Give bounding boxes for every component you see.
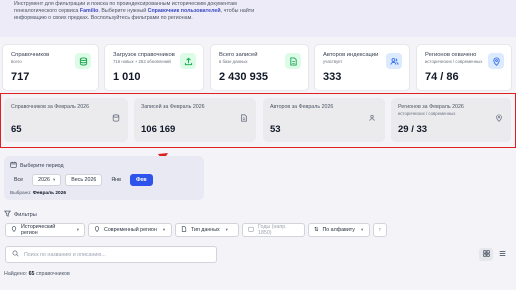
document-icon bbox=[240, 114, 248, 124]
map-pin-icon bbox=[94, 226, 100, 234]
chosen-prefix: Выбрано: bbox=[10, 191, 32, 196]
historical-region-select[interactable]: Исторический регион ▾ bbox=[5, 223, 85, 237]
users-icon bbox=[386, 53, 402, 69]
sort-select[interactable]: ⇅ По алфавиту ▾ bbox=[308, 223, 370, 237]
period-title-text: Выберите период bbox=[20, 162, 64, 169]
document-icon bbox=[285, 53, 301, 69]
results-number: 65 bbox=[28, 271, 35, 277]
search-icon bbox=[12, 250, 19, 259]
month-jan-label: Янв bbox=[111, 177, 121, 183]
feb-value: 65 bbox=[11, 124, 22, 135]
feb-card-directories: Справочников за Февраль 2026 65 bbox=[4, 98, 128, 142]
filters-title-text: Фильтры bbox=[14, 211, 37, 218]
years-placeholder: Годы (напр. 1850) bbox=[258, 224, 287, 236]
feb-value: 106 169 bbox=[141, 124, 176, 135]
grid-icon bbox=[482, 250, 490, 259]
stat-value: 333 bbox=[323, 71, 342, 83]
results-count: Найдено: 65 справочников bbox=[4, 271, 70, 277]
search-placeholder: Поиск по названию и описанию... bbox=[24, 251, 106, 258]
feb-label: Авторов за Февраль 2026 bbox=[270, 104, 334, 110]
february-highlight-frame: Справочников за Февраль 2026 65 Записей … bbox=[0, 93, 516, 148]
sort-icon: ⇅ bbox=[314, 227, 319, 233]
whole-year-button[interactable]: Весь 2026 bbox=[65, 174, 103, 186]
feb-value: 29 / 33 bbox=[398, 124, 428, 135]
intro-line-3: информацию о своих предках. Воспользуйте… bbox=[14, 15, 193, 21]
calendar-icon bbox=[248, 226, 254, 234]
chevron-down-icon: ▾ bbox=[360, 227, 364, 232]
database-icon bbox=[112, 114, 120, 124]
period-all-option[interactable]: Все bbox=[9, 174, 28, 186]
stat-value: 717 bbox=[11, 71, 30, 83]
feb-label: Записей за Февраль 2026 bbox=[141, 104, 205, 110]
years-input[interactable]: Годы (напр. 1850) bbox=[242, 223, 305, 237]
stat-card-regions: Регионов охвачено исторических / совреме… bbox=[416, 44, 512, 91]
filter-icon bbox=[4, 210, 11, 219]
chevron-down-icon: ▾ bbox=[76, 227, 79, 232]
period-title: Выберите период bbox=[10, 161, 198, 170]
chevron-down-icon: ▾ bbox=[225, 227, 228, 232]
filters-title: Фильтры bbox=[4, 210, 37, 219]
feb-label: Регионов за Февраль 2026 bbox=[398, 104, 464, 110]
stat-card-records: Всего записей в базе данных 2 430 935 bbox=[210, 44, 309, 91]
feb-value: 53 bbox=[270, 124, 281, 135]
grid-view-button[interactable] bbox=[479, 248, 493, 261]
month-feb-button[interactable]: Фев bbox=[129, 174, 153, 186]
upload-icon bbox=[180, 53, 196, 69]
stat-card-uploads: Загрузок справочников 716 новых + 262 об… bbox=[104, 44, 204, 91]
stat-card-directories: Справочников всего 717 bbox=[2, 44, 99, 91]
chosen-value: Февраль 2026 bbox=[32, 191, 67, 196]
list-view-button[interactable] bbox=[495, 248, 509, 261]
stat-card-authors: Авторов индексации участвует 333 bbox=[314, 44, 410, 91]
chevron-down-icon: ▾ bbox=[52, 177, 56, 182]
month-jan-button[interactable]: Янв bbox=[106, 174, 126, 186]
users-directory-link[interactable]: Справочник пользователей bbox=[148, 8, 221, 14]
period-all-label: Все bbox=[14, 177, 24, 183]
feb-sub: исторических / современных bbox=[398, 111, 456, 116]
modern-region-select[interactable]: Современный регион ▾ bbox=[88, 223, 172, 237]
map-pin-icon bbox=[11, 226, 17, 234]
stat-value: 2 430 935 bbox=[219, 71, 268, 83]
arrow-up-icon: ↑ bbox=[378, 227, 382, 233]
map-pin-icon bbox=[488, 53, 504, 69]
intro-line-2-suffix: , чтобы найти bbox=[220, 8, 255, 14]
results-prefix: Найдено: bbox=[4, 271, 28, 277]
feb-card-records: Записей за Февраль 2026 106 169 bbox=[134, 98, 256, 142]
sort-direction-button[interactable]: ↑ bbox=[373, 223, 387, 237]
intro-line-2-mid: . Выберите нужный bbox=[98, 8, 148, 14]
feb-card-authors: Авторов за Февраль 2026 53 bbox=[263, 98, 385, 142]
list-icon bbox=[499, 250, 506, 259]
stat-value: 74 / 86 bbox=[425, 71, 459, 83]
data-type-select[interactable]: Тип данных ▾ bbox=[175, 223, 239, 237]
data-type-label: Тип данных bbox=[191, 227, 220, 233]
historical-region-label: Исторический регион bbox=[21, 224, 56, 236]
intro-line-1: Инструмент для фильтрации и поиска по пр… bbox=[14, 1, 237, 7]
whole-year-label: Весь 2026 bbox=[71, 177, 97, 183]
calendar-icon bbox=[10, 161, 17, 170]
sort-label: По алфавиту bbox=[322, 227, 355, 233]
year-select[interactable]: 2026 ▾ bbox=[32, 174, 62, 186]
stats-row: Справочников всего 717 Загрузок справочн… bbox=[2, 44, 516, 91]
year-select-value: 2026 bbox=[38, 177, 50, 183]
intro-line-2-prefix: генеалогического сервиса bbox=[14, 8, 80, 14]
feb-label: Справочников за Февраль 2026 bbox=[11, 104, 90, 110]
search-input[interactable]: Поиск по названию и описанию... bbox=[5, 246, 217, 263]
stat-value: 1 010 bbox=[113, 71, 141, 83]
database-icon bbox=[75, 53, 91, 69]
chosen-period: Выбрано: Февраль 2026 bbox=[10, 191, 66, 196]
filters-row: Исторический регион ▾ Современный регион… bbox=[5, 223, 387, 237]
map-pin-icon bbox=[495, 114, 503, 124]
view-toggle bbox=[479, 248, 509, 261]
month-feb-label: Фев bbox=[135, 177, 147, 183]
chevron-down-icon: ▾ bbox=[162, 227, 166, 232]
users-icon bbox=[369, 114, 377, 124]
results-suffix: справочников bbox=[35, 271, 70, 277]
period-controls: Все 2026 ▾ Весь 2026 Янв Фев bbox=[9, 174, 153, 186]
intro-line-2: генеалогического сервиса Familio. Выбери… bbox=[14, 8, 502, 15]
feb-card-regions: Регионов за Февраль 2026 исторических / … bbox=[391, 98, 511, 142]
document-icon bbox=[181, 226, 187, 234]
intro-banner: Инструмент для фильтрации и поиска по пр… bbox=[0, 0, 516, 37]
brand-name: Familio bbox=[79, 8, 99, 14]
modern-region-label: Современный регион bbox=[104, 227, 157, 233]
